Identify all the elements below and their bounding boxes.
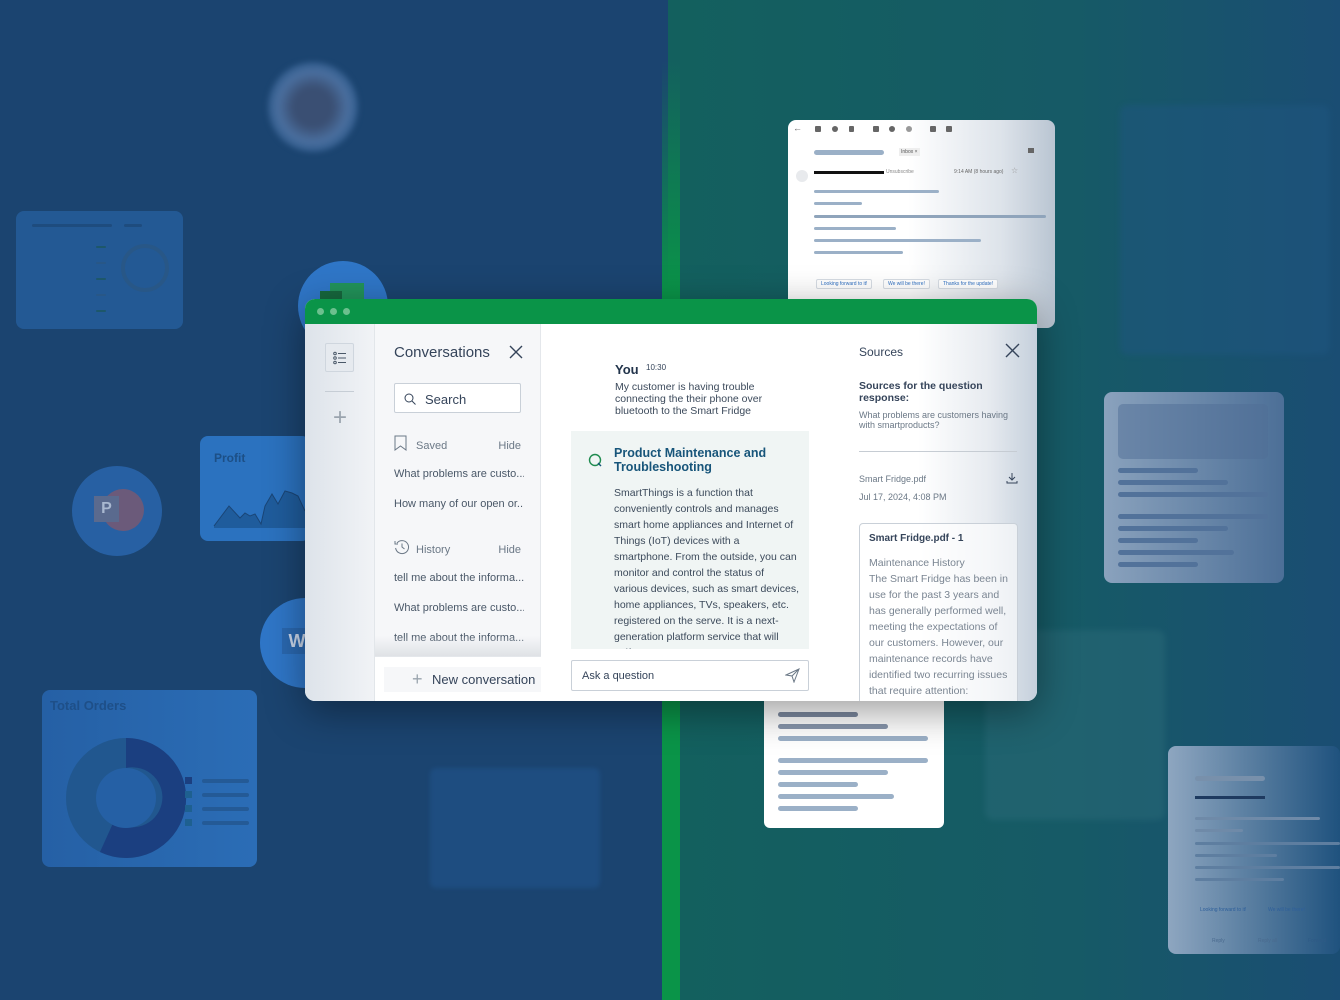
forward-button: Forward bbox=[1308, 938, 1327, 944]
saved-item[interactable]: What problems are custo... bbox=[394, 468, 524, 480]
sources-panel: Sources Sources for the question respons… bbox=[839, 324, 1037, 701]
total-orders-card: Total Orders bbox=[42, 690, 257, 867]
profit-card: Profit bbox=[200, 436, 310, 541]
answer-title: Product Maintenance and Troubleshooting bbox=[614, 446, 767, 474]
source-excerpt-title: Smart Fridge.pdf - 1 bbox=[869, 533, 964, 544]
title-bar bbox=[305, 299, 1037, 324]
sources-divider bbox=[859, 451, 1017, 452]
conversations-title: Conversations bbox=[394, 344, 490, 361]
history-item[interactable]: tell me about the informa... bbox=[394, 572, 524, 584]
user-name: You bbox=[615, 362, 639, 377]
assistant-logo-icon bbox=[588, 453, 602, 467]
plus-icon: + bbox=[412, 669, 423, 689]
ask-question-input[interactable]: Ask a question bbox=[571, 660, 809, 691]
profit-area-chart bbox=[213, 490, 310, 528]
history-item[interactable]: What problems are custo... bbox=[394, 602, 524, 614]
conversations-toggle-button[interactable] bbox=[325, 343, 354, 372]
dashboard-card bbox=[16, 211, 183, 329]
reply-button: Reply bbox=[1212, 938, 1225, 944]
email-card: ← Inbox × Unsubscribe 9:14 AM (8 hours a… bbox=[788, 120, 1055, 328]
smart-reply-chip: We will be there! bbox=[883, 279, 930, 289]
sources-title: Sources bbox=[859, 345, 904, 359]
ask-placeholder: Ask a question bbox=[582, 670, 655, 682]
blurred-card bbox=[430, 768, 600, 888]
new-conversation-label: New conversation bbox=[432, 672, 536, 687]
window-dot[interactable] bbox=[317, 308, 324, 315]
source-file-name[interactable]: Smart Fridge.pdf bbox=[859, 474, 926, 484]
rail-divider bbox=[325, 391, 354, 392]
smart-reply-chip: We will be there! bbox=[1268, 907, 1305, 913]
history-icon bbox=[394, 540, 409, 555]
print-icon bbox=[1028, 148, 1034, 153]
smart-reply-chip: Looking forward to it! bbox=[816, 279, 873, 289]
star-icon: ☆ bbox=[1011, 166, 1019, 175]
orders-donut-chart bbox=[66, 737, 249, 858]
document-card bbox=[1104, 392, 1284, 583]
window-dot[interactable] bbox=[343, 308, 350, 315]
source-file-date: Jul 17, 2024, 4:08 PM bbox=[859, 492, 947, 502]
download-icon[interactable] bbox=[1006, 472, 1018, 484]
search-input[interactable]: Search bbox=[394, 383, 521, 413]
email-card-faded: Looking forward to it! We will be there!… bbox=[1168, 746, 1340, 954]
side-rail: + bbox=[305, 324, 375, 701]
reply-all-button: Reply all bbox=[1258, 938, 1278, 944]
user-message: My customer is having trouble connecting… bbox=[615, 381, 763, 417]
send-icon[interactable] bbox=[785, 668, 800, 683]
email-timestamp: 9:14 AM (8 hours ago) bbox=[954, 169, 1004, 175]
conversations-panel: Conversations Search Saved Hide What pro… bbox=[375, 324, 541, 701]
sources-subtitle: Sources for the question response: bbox=[859, 380, 983, 404]
smart-reply-chip: Looking forward to it! bbox=[1200, 907, 1247, 913]
close-icon[interactable] bbox=[1005, 343, 1020, 358]
search-icon bbox=[404, 393, 416, 405]
assistant-window: + Conversations Search Saved Hide What p… bbox=[305, 299, 1037, 701]
assistant-answer: Product Maintenance and Troubleshooting … bbox=[571, 431, 809, 649]
list-icon bbox=[332, 351, 346, 364]
sources-question: What problems are customers having with … bbox=[859, 410, 1009, 430]
source-excerpt-card: Smart Fridge.pdf - 1 Maintenance History… bbox=[859, 523, 1018, 701]
source-excerpt-body: Maintenance History The Smart Fridge has… bbox=[869, 557, 1008, 697]
powerpoint-icon: P bbox=[72, 466, 162, 556]
document-card-lower bbox=[764, 690, 944, 828]
saved-hide-button[interactable]: Hide bbox=[498, 440, 521, 452]
blurred-card bbox=[1120, 105, 1330, 355]
plus-icon[interactable]: + bbox=[329, 406, 351, 430]
message-time: 10:30 bbox=[646, 363, 667, 372]
back-arrow-icon: ← bbox=[793, 123, 802, 133]
avatar bbox=[796, 170, 808, 182]
smart-reply-chip: Thanks for the update! bbox=[938, 279, 999, 289]
unsubscribe-link: Unsubscribe bbox=[886, 169, 914, 175]
window-dot[interactable] bbox=[330, 308, 337, 315]
inbox-chip: Inbox × bbox=[899, 148, 920, 156]
saved-label: Saved bbox=[416, 440, 448, 452]
history-label: History bbox=[416, 544, 451, 556]
new-conversation-button[interactable]: + New conversation bbox=[375, 656, 541, 701]
chat-panel: You 10:30 My customer is having trouble … bbox=[541, 324, 839, 701]
answer-body: SmartThings is a function that convenien… bbox=[614, 487, 799, 649]
bookmark-icon bbox=[394, 435, 407, 451]
history-hide-button[interactable]: Hide bbox=[498, 544, 521, 556]
blurred-avatar bbox=[268, 62, 358, 152]
search-placeholder: Search bbox=[425, 392, 467, 407]
list-fade bbox=[375, 636, 541, 656]
close-icon[interactable] bbox=[508, 344, 524, 360]
saved-item[interactable]: How many of our open or... bbox=[394, 498, 524, 510]
